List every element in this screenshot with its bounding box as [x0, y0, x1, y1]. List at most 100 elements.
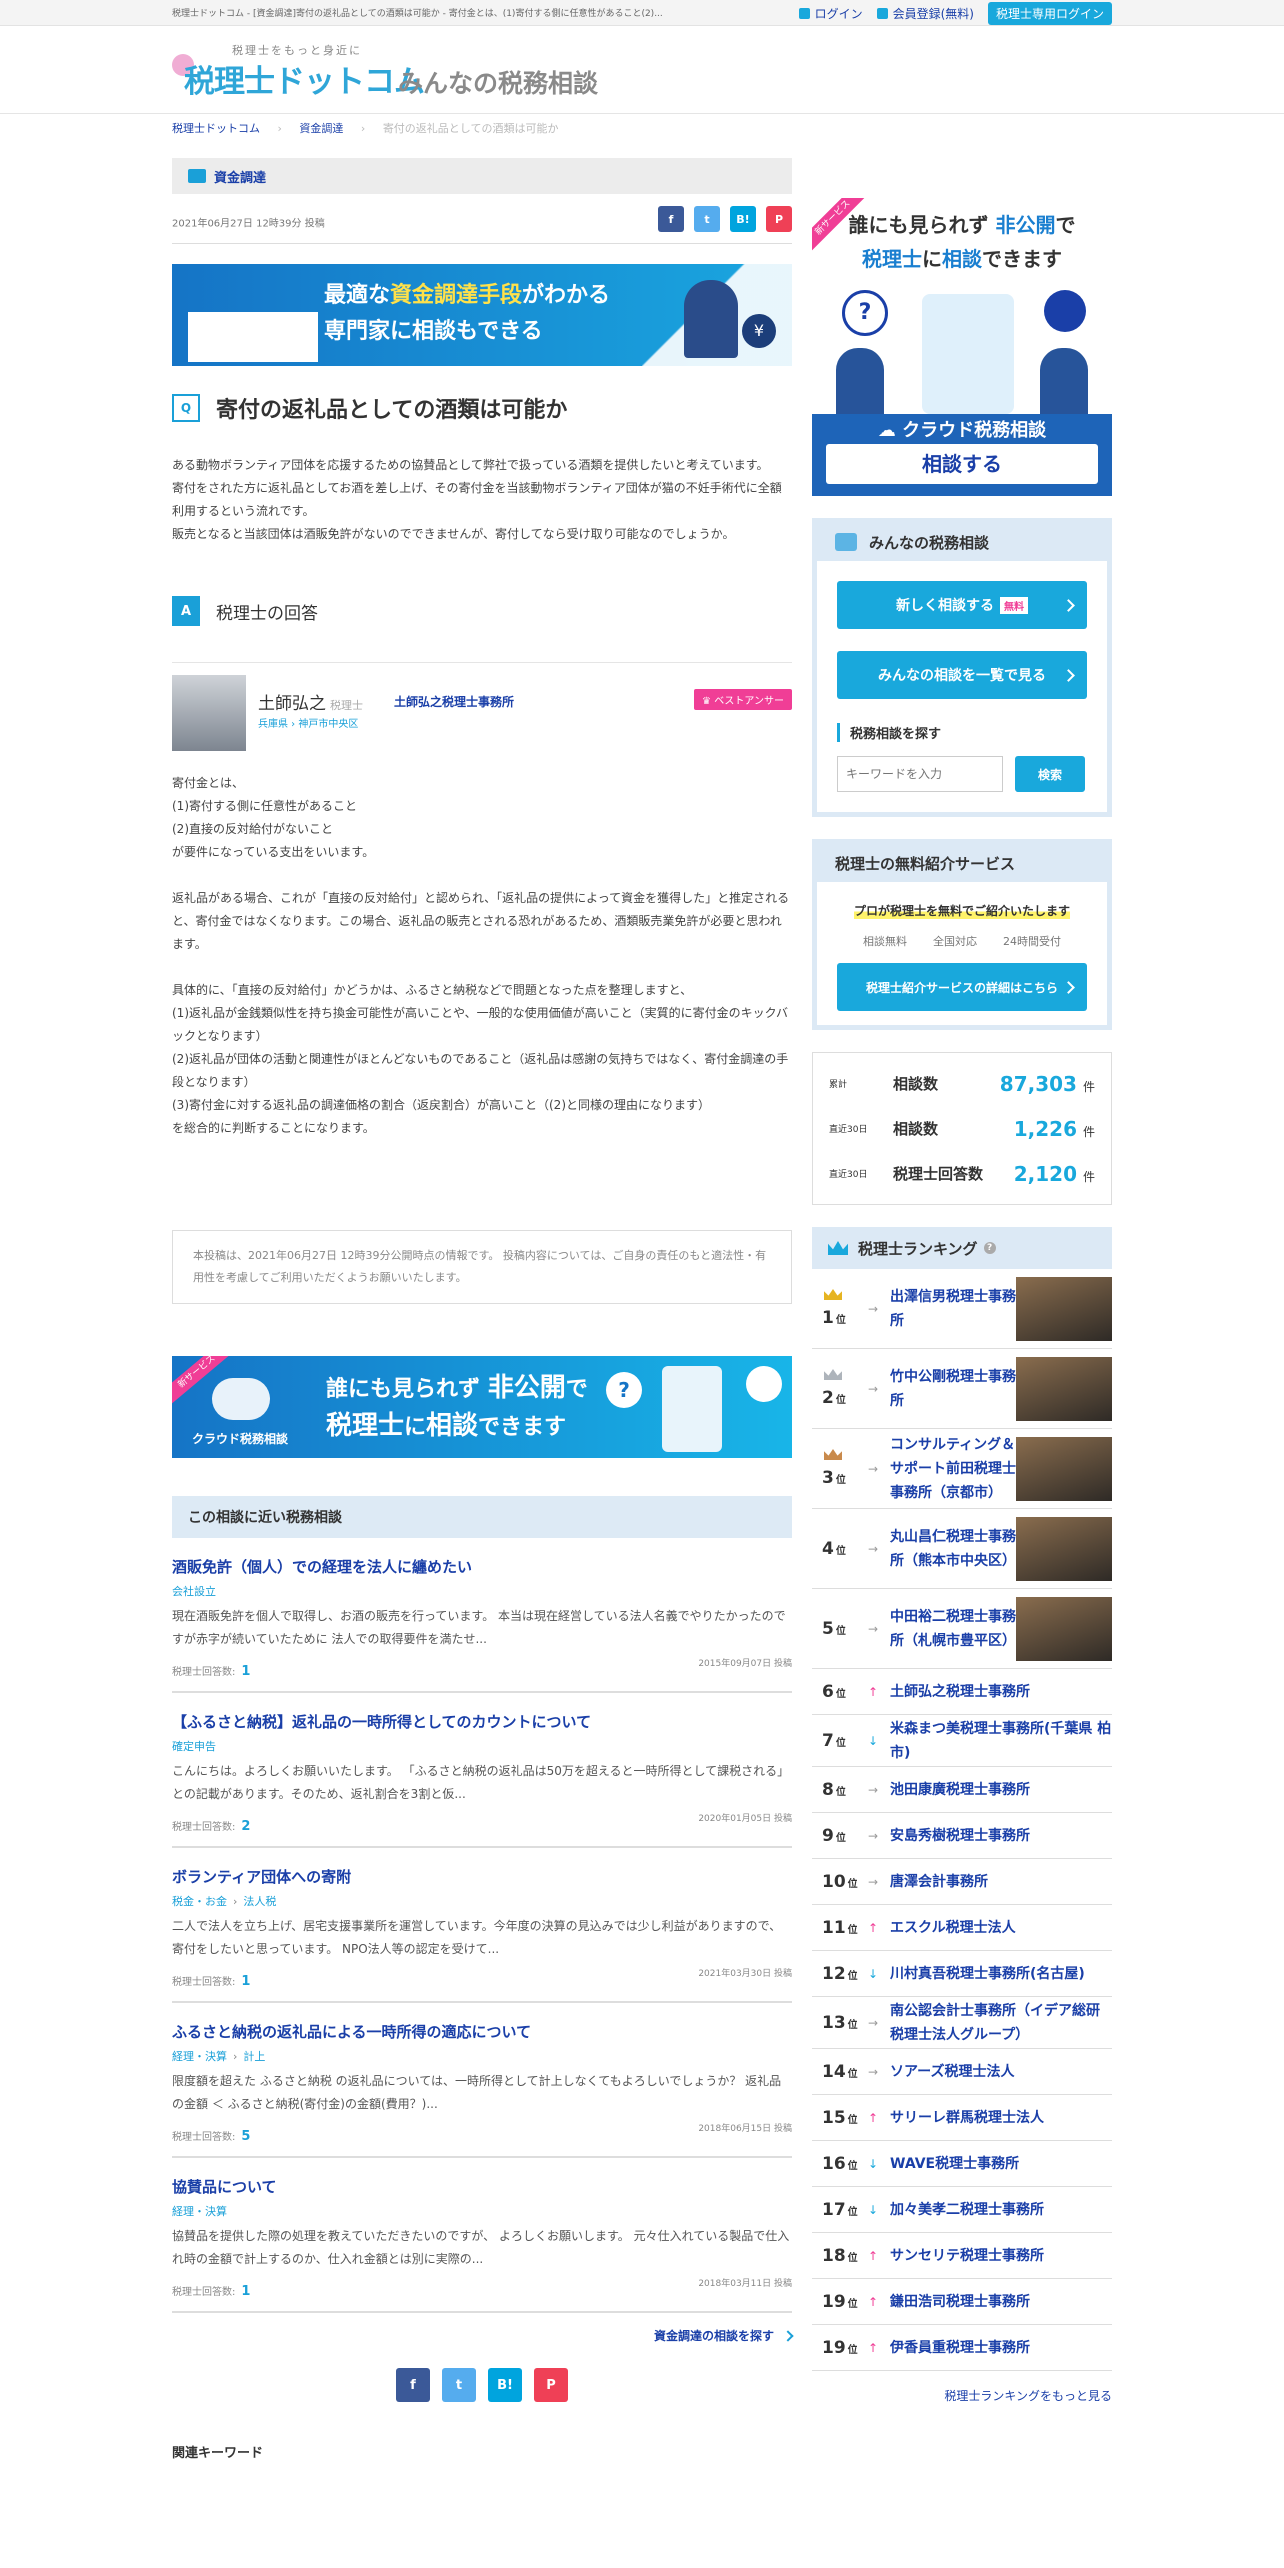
office-photo[interactable]: [1016, 1516, 1112, 1581]
related-tag[interactable]: 経理・決算: [172, 2050, 227, 2063]
ranking-row[interactable]: 4 位 → 丸山昌仁税理士事務所（熊本市中央区）: [812, 1509, 1112, 1589]
help-icon[interactable]: ?: [983, 1242, 996, 1254]
ranking-row[interactable]: 5 位 → 中田裕二税理士事務所（札幌市豊平区）: [812, 1589, 1112, 1669]
office-photo[interactable]: [1016, 1596, 1112, 1661]
rank-office-name[interactable]: 唐澤会計事務所: [890, 1870, 1112, 1894]
rank-office-name[interactable]: 中田裕二税理士事務所（札幌市豊平区）: [890, 1605, 1016, 1653]
financing-banner[interactable]: みんなの税務相談を ご利用の方へ 最適な資金調達手段がわかる 専門家に相談もでき…: [172, 264, 792, 366]
new-consult-button[interactable]: 新しく相談する 無料: [837, 581, 1087, 629]
ad-consult-button[interactable]: 相談する: [826, 444, 1098, 484]
intro-detail-button[interactable]: 税理士紹介サービスの詳細はこちら: [837, 963, 1087, 1011]
ranking-row[interactable]: 19 位 ↑ 伊香員重税理士事務所: [812, 2325, 1112, 2371]
more-related-link[interactable]: 資金調達の相談を探す: [172, 2327, 794, 2344]
related-tag[interactable]: 確定申告: [172, 1740, 216, 1753]
ranking-row[interactable]: 14 位 → ソアーズ税理士法人: [812, 2049, 1112, 2095]
rank-office-name[interactable]: 安島秀樹税理士事務所: [890, 1824, 1112, 1848]
count-value: 1: [241, 2284, 251, 2299]
rank-office-name[interactable]: ソアーズ税理士法人: [890, 2060, 1112, 2084]
ranking-row[interactable]: 17 位 ↓ 加々美孝二税理士事務所: [812, 2187, 1112, 2233]
pocket-share-button[interactable]: P: [534, 2368, 568, 2402]
rank-office-name[interactable]: 土師弘之税理士事務所: [890, 1680, 1112, 1704]
question-bubble-icon: ?: [842, 290, 888, 336]
category-bar[interactable]: 資金調達: [172, 158, 792, 194]
related-tag[interactable]: 経理・決算: [172, 2205, 227, 2218]
related-tag[interactable]: 法人税: [243, 1895, 276, 1908]
related-title[interactable]: 【ふるさと納税】返礼品の一時所得としてのカウントについて: [172, 1711, 792, 1732]
ranking-row[interactable]: 3 位 → コンサルティング＆サポート前田税理士事務所（京都市）: [812, 1429, 1112, 1509]
ranking-more-link[interactable]: 税理士ランキングをもっと見る: [812, 2387, 1112, 2404]
rank-office-name[interactable]: 米森まつ美税理士事務所(千葉県 柏市): [890, 1717, 1112, 1765]
answerer-name[interactable]: 土師弘之: [258, 694, 326, 714]
ranking-row[interactable]: 10 位 → 唐澤会計事務所: [812, 1859, 1112, 1905]
rank-office-name[interactable]: エスクル税理士法人: [890, 1916, 1112, 1940]
category-label: 資金調達: [214, 170, 267, 186]
list-consult-button[interactable]: みんなの相談を一覧で見る: [837, 651, 1087, 699]
arrow-right-icon: →: [868, 2064, 879, 2079]
site-logo[interactable]: 税理士をもっと身近に 税理士ドットコム みんなの税務相談: [172, 42, 612, 102]
related-date: 2018年06月15日 投稿: [698, 2124, 792, 2134]
ranking-row[interactable]: 8 位 → 池田康廣税理士事務所: [812, 1767, 1112, 1813]
breadcrumb-home[interactable]: 税理士ドットコム: [172, 122, 260, 135]
hatena-share-button[interactable]: B!: [730, 206, 756, 232]
rank-office-name[interactable]: サンセリテ税理士事務所: [890, 2244, 1112, 2268]
answerer-city[interactable]: 神戸市中央区: [298, 719, 358, 730]
related-item: 酒販免許（個人）での経理を法人に纏めたい 会社設立 現在酒販免許を個人で取得し、…: [172, 1538, 792, 1693]
question-bubble-icon: ?: [606, 1372, 642, 1408]
answerer-office-link[interactable]: 土師弘之税理士事務所: [394, 693, 514, 710]
related-title[interactable]: ふるさと納税の返礼品による一時所得の適応について: [172, 2021, 792, 2042]
ranking-row[interactable]: 1 位 → 出澤信男税理士事務所: [812, 1269, 1112, 1349]
pocket-share-button[interactable]: P: [766, 206, 792, 232]
ranking-row[interactable]: 12 位 ↓ 川村真吾税理士事務所(名古屋): [812, 1951, 1112, 1997]
breadcrumb-category[interactable]: 資金調達: [299, 122, 343, 135]
rank-office-name[interactable]: コンサルティング＆サポート前田税理士事務所（京都市）: [890, 1433, 1016, 1505]
rank-office-name[interactable]: サリーレ群馬税理士法人: [890, 2106, 1112, 2130]
related-tag[interactable]: 会社設立: [172, 1585, 216, 1598]
rank-office-name[interactable]: 出澤信男税理士事務所: [890, 1285, 1016, 1333]
keyword-search-input[interactable]: [837, 756, 1003, 792]
ranking-row[interactable]: 9 位 → 安島秀樹税理士事務所: [812, 1813, 1112, 1859]
ranking-row[interactable]: 15 位 ↑ サリーレ群馬税理士法人: [812, 2095, 1112, 2141]
cloud-consult-ad[interactable]: 新サービス 誰にも見られず 非公開で 税理士に相談できます ? ☁ クラウド税務…: [812, 198, 1112, 496]
ranking-row[interactable]: 13 位 → 南公認会計士事務所（イデア総研税理士法人グループ）: [812, 1997, 1112, 2049]
register-link[interactable]: 会員登録(無料): [876, 5, 974, 22]
ranking-row[interactable]: 16 位 ↓ WAVE税理士事務所: [812, 2141, 1112, 2187]
facebook-share-button[interactable]: f: [396, 2368, 430, 2402]
hatena-share-button[interactable]: B!: [488, 2368, 522, 2402]
rank-office-name[interactable]: 加々美孝二税理士事務所: [890, 2198, 1112, 2222]
ranking-row[interactable]: 2 位 → 竹中公剛税理士事務所: [812, 1349, 1112, 1429]
office-photo[interactable]: [1016, 1356, 1112, 1421]
rank-office-name[interactable]: 川村真吾税理士事務所(名古屋): [890, 1962, 1112, 1986]
rank-office-name[interactable]: 南公認会計士事務所（イデア総研税理士法人グループ）: [890, 1999, 1112, 2047]
pro-login-button[interactable]: 税理士専用ログイン: [987, 2, 1112, 25]
related-title[interactable]: 酒販免許（個人）での経理を法人に纏めたい: [172, 1556, 792, 1577]
twitter-share-button[interactable]: t: [694, 206, 720, 232]
twitter-share-button[interactable]: t: [442, 2368, 476, 2402]
office-photo[interactable]: [1016, 1436, 1112, 1501]
related-excerpt: 二人で法人を立ち上げ、居宅支援事業所を運営しています。今年度の決算の見込みでは少…: [172, 1919, 782, 1956]
related-tag[interactable]: 税金・お金: [172, 1895, 227, 1908]
office-photo[interactable]: [1016, 1276, 1112, 1341]
rank-office-name[interactable]: 伊香員重税理士事務所: [890, 2336, 1112, 2360]
related-tag[interactable]: 計上: [243, 2050, 265, 2063]
rank-office-name[interactable]: 鎌田浩司税理士事務所: [890, 2290, 1112, 2314]
facebook-share-button[interactable]: f: [658, 206, 684, 232]
rank-office-name[interactable]: 池田康廣税理士事務所: [890, 1778, 1112, 1802]
answerer-avatar[interactable]: [172, 675, 246, 751]
ranking-row[interactable]: 7 位 ↓ 米森まつ美税理士事務所(千葉県 柏市): [812, 1715, 1112, 1767]
search-button[interactable]: 検索: [1015, 756, 1085, 792]
rank-office-name[interactable]: 丸山昌仁税理士事務所（熊本市中央区）: [890, 1525, 1016, 1573]
answerer-pref[interactable]: 兵庫県: [258, 719, 288, 730]
rank-office-name[interactable]: 竹中公剛税理士事務所: [890, 1365, 1016, 1413]
ranking-row[interactable]: 11 位 ↑ エスクル税理士法人: [812, 1905, 1112, 1951]
ranking-row[interactable]: 18 位 ↑ サンセリテ税理士事務所: [812, 2233, 1112, 2279]
ranking-row[interactable]: 6 位 ↑ 土師弘之税理士事務所: [812, 1669, 1112, 1715]
related-excerpt: 現在酒販免許を個人で取得し、お酒の販売を行っています。 本当は現在経営している法…: [172, 1609, 786, 1646]
related-title[interactable]: 協賛品について: [172, 2176, 792, 2197]
logo-brand: 税理士ドットコム: [184, 64, 425, 100]
list-consult-label: みんなの相談を一覧で見る: [878, 668, 1046, 684]
related-title[interactable]: ボランティア団体への寄附: [172, 1866, 792, 1887]
login-link[interactable]: ログイン: [798, 5, 863, 22]
rank-office-name[interactable]: WAVE税理士事務所: [890, 2152, 1112, 2176]
ranking-row[interactable]: 19 位 ↑ 鎌田浩司税理士事務所: [812, 2279, 1112, 2325]
cloud-consult-banner[interactable]: 新サービス クラウド税務相談 誰にも見られず 非公開で 税理士に相談できます ?: [172, 1356, 792, 1458]
